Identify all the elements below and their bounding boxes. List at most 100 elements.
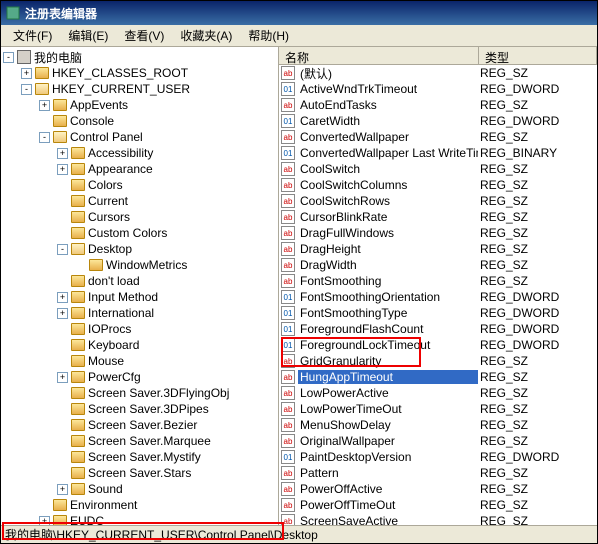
registry-value-row[interactable]: abDragFullWindowsREG_SZ xyxy=(279,225,597,241)
menu-help[interactable]: 帮助(H) xyxy=(240,25,297,46)
tree-label: Desktop xyxy=(88,242,132,256)
tree-node[interactable]: +AppEvents xyxy=(3,97,276,113)
tree-node[interactable]: +International xyxy=(3,305,276,321)
registry-value-row[interactable]: 01ForegroundFlashCountREG_DWORD xyxy=(279,321,597,337)
registry-value-row[interactable]: abLowPowerActiveREG_SZ xyxy=(279,385,597,401)
registry-value-row[interactable]: abPatternREG_SZ xyxy=(279,465,597,481)
registry-value-row[interactable]: abFontSmoothingREG_SZ xyxy=(279,273,597,289)
registry-value-row[interactable]: abHungAppTimeoutREG_SZ xyxy=(279,369,597,385)
tree-node[interactable]: +Accessibility xyxy=(3,145,276,161)
registry-value-row[interactable]: abPowerOffTimeOutREG_SZ xyxy=(279,497,597,513)
reg-sz-icon: ab xyxy=(281,162,295,176)
value-type: REG_SZ xyxy=(478,466,595,480)
tree-node[interactable]: Screen Saver.Mystify xyxy=(3,449,276,465)
tree-label: Console xyxy=(70,114,114,128)
expander-icon[interactable]: + xyxy=(57,292,68,303)
tree-node[interactable]: +EUDC xyxy=(3,513,276,525)
tree-root-node[interactable]: -我的电脑 xyxy=(3,49,276,65)
value-type: REG_SZ xyxy=(478,210,595,224)
registry-value-row[interactable]: abCoolSwitchColumnsREG_SZ xyxy=(279,177,597,193)
tree-label: don't load xyxy=(88,274,140,288)
tree-node[interactable]: Screen Saver.Stars xyxy=(3,465,276,481)
registry-value-row[interactable]: 01CaretWidthREG_DWORD xyxy=(279,113,597,129)
tree-node[interactable]: -Control Panel xyxy=(3,129,276,145)
registry-value-row[interactable]: abAutoEndTasksREG_SZ xyxy=(279,97,597,113)
registry-value-row[interactable]: 01ActiveWndTrkTimeoutREG_DWORD xyxy=(279,81,597,97)
tree-node[interactable]: Cursors xyxy=(3,209,276,225)
reg-sz-icon: ab xyxy=(281,402,295,416)
value-type: REG_SZ xyxy=(478,66,595,80)
registry-value-row[interactable]: 01FontSmoothingTypeREG_DWORD xyxy=(279,305,597,321)
tree-node[interactable]: +HKEY_CLASSES_ROOT xyxy=(3,65,276,81)
tree-node[interactable]: Console xyxy=(3,113,276,129)
expander-icon[interactable]: + xyxy=(21,68,32,79)
reg-sz-icon: ab xyxy=(281,98,295,112)
expander-icon[interactable]: + xyxy=(57,372,68,383)
expander-icon[interactable]: - xyxy=(39,132,50,143)
registry-value-row[interactable]: abCoolSwitchRowsREG_SZ xyxy=(279,193,597,209)
registry-value-row[interactable]: abOriginalWallpaperREG_SZ xyxy=(279,433,597,449)
reg-bin-icon: 01 xyxy=(281,82,295,96)
menu-favorites[interactable]: 收藏夹(A) xyxy=(172,25,240,46)
expander-icon[interactable]: - xyxy=(57,244,68,255)
value-name: CoolSwitchRows xyxy=(298,194,478,208)
tree-node[interactable]: +Appearance xyxy=(3,161,276,177)
tree-node[interactable]: Custom Colors xyxy=(3,225,276,241)
registry-value-row[interactable]: abGridGranularityREG_SZ xyxy=(279,353,597,369)
folder-icon xyxy=(53,131,67,143)
reg-sz-icon: ab xyxy=(281,274,295,288)
list-panel[interactable]: 名称 类型 ab(默认)REG_SZ01ActiveWndTrkTimeoutR… xyxy=(279,47,597,525)
registry-value-row[interactable]: ab(默认)REG_SZ xyxy=(279,65,597,81)
registry-value-row[interactable]: 01PaintDesktopVersionREG_DWORD xyxy=(279,449,597,465)
app-icon xyxy=(5,5,21,21)
registry-value-row[interactable]: abDragHeightREG_SZ xyxy=(279,241,597,257)
tree-node[interactable]: +Input Method xyxy=(3,289,276,305)
tree-node[interactable]: Current xyxy=(3,193,276,209)
registry-value-row[interactable]: 01ConvertedWallpaper Last WriteTimeREG_B… xyxy=(279,145,597,161)
registry-value-row[interactable]: abCursorBlinkRateREG_SZ xyxy=(279,209,597,225)
tree-node[interactable]: Screen Saver.Bezier xyxy=(3,417,276,433)
expander-icon[interactable]: + xyxy=(57,484,68,495)
value-name: ScreenSaveActive xyxy=(298,514,478,525)
tree-node[interactable]: +PowerCfg xyxy=(3,369,276,385)
tree-node[interactable]: Mouse xyxy=(3,353,276,369)
tree-node[interactable]: don't load xyxy=(3,273,276,289)
header-type[interactable]: 类型 xyxy=(479,47,597,64)
menu-edit[interactable]: 编辑(E) xyxy=(60,25,116,46)
menu-file[interactable]: 文件(F) xyxy=(5,25,60,46)
reg-sz-icon: ab xyxy=(281,434,295,448)
header-name[interactable]: 名称 xyxy=(279,47,479,64)
tree-node[interactable]: Screen Saver.Marquee xyxy=(3,433,276,449)
tree-node[interactable]: Screen Saver.3DPipes xyxy=(3,401,276,417)
registry-value-row[interactable]: 01ForegroundLockTimeoutREG_DWORD xyxy=(279,337,597,353)
expander-icon[interactable]: - xyxy=(21,84,32,95)
registry-value-row[interactable]: 01FontSmoothingOrientationREG_DWORD xyxy=(279,289,597,305)
tree-node[interactable]: Colors xyxy=(3,177,276,193)
registry-value-row[interactable]: abCoolSwitchREG_SZ xyxy=(279,161,597,177)
tree-node[interactable]: Screen Saver.3DFlyingObj xyxy=(3,385,276,401)
tree-node[interactable]: - Desktop xyxy=(3,241,276,257)
expander-icon[interactable]: + xyxy=(57,308,68,319)
registry-value-row[interactable]: abScreenSaveActiveREG_SZ xyxy=(279,513,597,525)
tree-node[interactable]: Environment xyxy=(3,497,276,513)
expander-icon[interactable]: + xyxy=(57,148,68,159)
registry-value-row[interactable]: abDragWidthREG_SZ xyxy=(279,257,597,273)
value-name: FontSmoothing xyxy=(298,274,478,288)
value-type: REG_SZ xyxy=(478,274,595,288)
expander-icon[interactable]: + xyxy=(39,100,50,111)
folder-icon xyxy=(71,403,85,415)
expander-icon[interactable]: + xyxy=(39,516,50,526)
registry-value-row[interactable]: abLowPowerTimeOutREG_SZ xyxy=(279,401,597,417)
expander-icon[interactable]: + xyxy=(57,164,68,175)
tree-node[interactable]: WindowMetrics xyxy=(3,257,276,273)
tree-node[interactable]: -HKEY_CURRENT_USER xyxy=(3,81,276,97)
tree-panel[interactable]: -我的电脑+HKEY_CLASSES_ROOT-HKEY_CURRENT_USE… xyxy=(1,47,279,525)
tree-node[interactable]: +Sound xyxy=(3,481,276,497)
menu-view[interactable]: 查看(V) xyxy=(116,25,172,46)
expander-icon[interactable]: - xyxy=(3,52,14,63)
tree-node[interactable]: Keyboard xyxy=(3,337,276,353)
tree-node[interactable]: IOProcs xyxy=(3,321,276,337)
registry-value-row[interactable]: abPowerOffActiveREG_SZ xyxy=(279,481,597,497)
registry-value-row[interactable]: abMenuShowDelayREG_SZ xyxy=(279,417,597,433)
registry-value-row[interactable]: abConvertedWallpaperREG_SZ xyxy=(279,129,597,145)
